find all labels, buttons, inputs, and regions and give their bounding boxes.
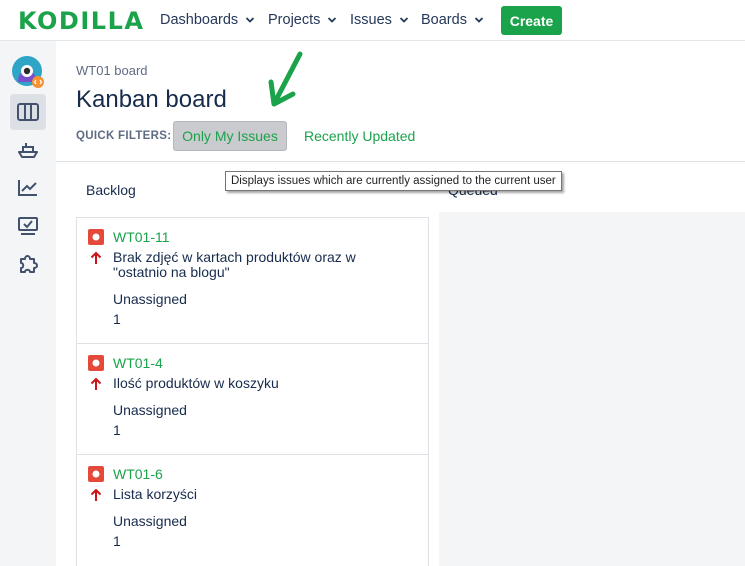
issue-card[interactable]: WT01-4 Ilość produktów w koszyku Unassig… [77,344,428,455]
breadcrumb[interactable]: WT01 board [76,63,148,78]
nav-boards[interactable]: Boards [421,12,484,28]
kanban-board-icon [17,103,39,121]
nav-dashboards[interactable]: Dashboards [160,12,255,28]
column-backlog: WT01-11 Brak zdjęć w kartach produktów o… [76,217,429,566]
chevron-down-icon [399,17,409,23]
nav-boards-label: Boards [421,12,467,28]
annotation-arrow [268,51,303,107]
priority-high-icon [90,251,102,264]
bug-icon [88,466,104,482]
ship-icon [18,143,38,158]
quick-filter-tooltip: Displays issues which are currently assi… [225,171,562,191]
issue-key[interactable]: WT01-4 [113,355,163,371]
quick-filters-label: QUICK FILTERS: [76,130,172,142]
issue-story-points: 1 [113,311,121,327]
page-title: Kanban board [76,86,227,113]
issue-summary-line: "ostatnio na blogu" [113,264,230,280]
issue-card[interactable]: WT01-6 Lista korzyści Unassigned 1 [77,455,428,566]
sidebar-addons-icon[interactable] [10,246,46,282]
chevron-down-icon [246,17,255,23]
trending-chart-icon [18,180,37,196]
nav-dashboards-label: Dashboards [160,12,239,28]
issue-key[interactable]: WT01-11 [113,229,170,245]
chevron-down-icon [328,17,337,23]
issue-summary: Lista korzyści [113,486,198,502]
kodilla-logo[interactable]: KODILLA [18,7,144,35]
monitor-check-icon [18,217,38,235]
header-divider [56,161,745,162]
issue-story-points: 1 [113,533,121,549]
chevron-down-icon [474,17,484,23]
issue-card[interactable]: WT01-11 Brak zdjęć w kartach produktów o… [77,218,428,344]
column-header-backlog: Backlog [86,182,136,198]
issue-story-points: 1 [113,422,121,438]
nav-projects-label: Projects [268,12,321,28]
bug-icon [88,355,104,371]
sidebar-reports-icon[interactable] [10,170,46,206]
nav-issues[interactable]: Issues [350,12,409,28]
nav-projects[interactable]: Projects [268,12,337,28]
top-navigation-bar: KODILLA Dashboards Projects Issues Board… [0,0,745,41]
issue-assignee: Unassigned [113,291,187,307]
sidebar-releases-icon[interactable] [10,132,46,168]
puzzle-piece-icon [20,255,38,273]
quick-filter-only-my-issues[interactable]: Only My Issues [173,121,287,151]
priority-high-icon [90,488,102,501]
sidebar-board-icon[interactable] [10,94,46,130]
quick-filter-recently-updated[interactable]: Recently Updated [304,128,415,144]
project-sidebar [0,41,56,566]
column-queued [439,212,745,566]
issue-key[interactable]: WT01-6 [113,466,163,482]
issue-summary-line: Brak zdjęć w kartach produktów oraz w [113,249,356,265]
issue-summary: Brak zdjęć w kartach produktów oraz w "o… [113,250,413,280]
project-avatar[interactable] [12,56,44,88]
create-button[interactable]: Create [501,6,562,35]
issue-assignee: Unassigned [113,513,187,529]
priority-high-icon [90,377,102,390]
bug-icon [88,229,104,245]
sidebar-issues-icon[interactable] [10,208,46,244]
issue-assignee: Unassigned [113,402,187,418]
issue-summary: Ilość produktów w koszyku [113,375,279,391]
nav-issues-label: Issues [350,12,392,28]
